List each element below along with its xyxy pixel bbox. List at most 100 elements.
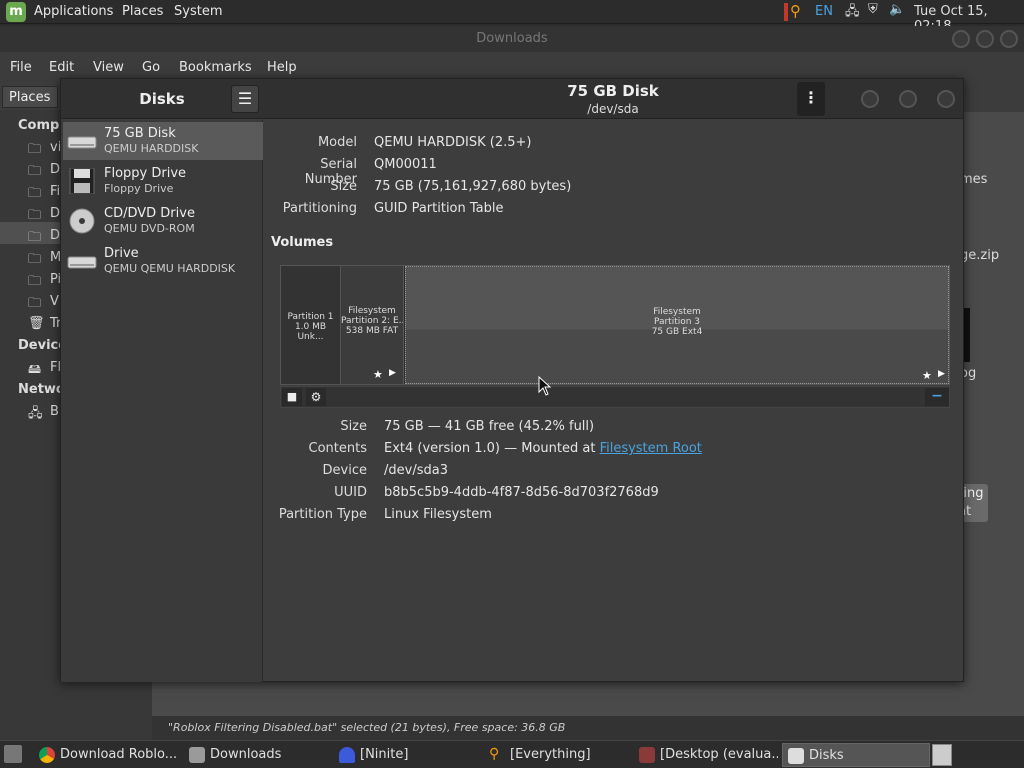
workspace-switcher[interactable] (932, 744, 952, 766)
uuid-label: UUID (334, 485, 367, 500)
minus-icon[interactable]: − (925, 388, 949, 406)
device-cd-dvd-drive[interactable]: CD/DVD Drive QEMU DVD-ROM (63, 202, 263, 240)
folder-icon: 🗀 (28, 186, 42, 201)
tray-separator (784, 3, 788, 21)
partition-toolbar: ■ ⚙ − (280, 386, 950, 408)
star-icon: ★ (373, 368, 383, 381)
fm-close-button[interactable] (1000, 30, 1018, 48)
gears-icon[interactable]: ⚙ (306, 388, 326, 406)
partition-map: Partition 1 1.0 MB Unk... Filesystem Par… (280, 265, 950, 385)
sidebar-item[interactable]: D (50, 206, 60, 221)
folder-icon: 🗀 (28, 274, 42, 289)
mint-logo-icon[interactable]: m (6, 2, 26, 22)
minimize-button[interactable] (861, 90, 879, 108)
close-button[interactable] (937, 90, 955, 108)
task-everything[interactable]: ⚲ [Everything] (484, 743, 630, 767)
device-sub: QEMU HARDDISK (104, 142, 199, 155)
filesystem-root-link[interactable]: Filesystem Root (600, 441, 702, 456)
partition-2[interactable]: Filesystem Partition 2: E... 538 MB FAT … (341, 266, 404, 384)
sidebar-item[interactable]: D (50, 162, 60, 177)
partition-line: 538 MB FAT (345, 326, 399, 336)
volume-size-label: Size (340, 419, 367, 434)
partition-line: Filesystem (348, 306, 396, 316)
task-ninite[interactable]: [Ninite] (334, 743, 480, 767)
menu-go[interactable]: Go (142, 60, 160, 75)
model-label: Model (317, 135, 357, 150)
task-label: [Everything] (510, 747, 591, 762)
search-icon: ⚲ (489, 746, 500, 762)
fm-maximize-button[interactable] (976, 30, 994, 48)
top-panel: m Applications Places System ⚲ EN 🖧 ⛨ 🔈 … (0, 0, 1024, 34)
folder-icon: 🗀 (28, 252, 42, 267)
task-downloads[interactable]: Downloads (184, 743, 330, 767)
maximize-button[interactable] (899, 90, 917, 108)
file-label-fragment[interactable]: mes (960, 172, 987, 187)
clock[interactable]: Tue Oct 15, 02:18 (914, 4, 1024, 34)
folder-icon: 🗀 (28, 164, 42, 179)
device-drive[interactable]: Drive QEMU QEMU HARDDISK (63, 242, 263, 280)
task-chrome[interactable]: Download Roblo... (34, 743, 182, 767)
disk-title: 75 GB Disk (567, 82, 659, 100)
menu-file[interactable]: File (10, 60, 32, 75)
menu-help[interactable]: Help (267, 60, 297, 75)
partition-line: 75 GB Ext4 (651, 327, 703, 337)
sidebar-item[interactable]: V (50, 294, 59, 309)
device-75gb-disk[interactable]: 75 GB Disk QEMU HARDDISK (63, 122, 263, 160)
device-name: Floppy Drive (104, 166, 187, 181)
kebab-menu-icon[interactable]: ⋮ (797, 82, 825, 116)
file-label-fragment[interactable]: ge.zip (960, 248, 999, 263)
device-name: 75 GB Disk (104, 126, 176, 141)
sidebar-item[interactable]: B (50, 404, 59, 419)
trash-icon: 🗑 (28, 316, 45, 331)
network-icon[interactable]: 🖧 (845, 2, 860, 22)
partition-3-selected[interactable]: Filesystem Partition 3 75 GB Ext4 ★ ▶ (405, 266, 949, 384)
task-disks-active[interactable]: Disks (782, 743, 930, 767)
stop-icon[interactable]: ■ (282, 388, 302, 406)
menu-edit[interactable]: Edit (49, 60, 74, 75)
drive-icon: 🖴 (28, 362, 42, 377)
volume-icon[interactable]: 🔈 (889, 2, 905, 22)
device-floppy-drive[interactable]: Floppy Drive Floppy Drive (63, 162, 263, 200)
disks-icon (788, 748, 804, 764)
fm-status-bar: "Roblox Filtering Disabled.bat" selected… (152, 716, 1024, 740)
partition-1[interactable]: Partition 1 1.0 MB Unk... (281, 266, 341, 384)
cd-icon (69, 208, 95, 234)
search-icon[interactable]: ⚲ (790, 2, 801, 22)
chrome-icon (39, 747, 55, 763)
menu-system[interactable]: System (174, 4, 222, 19)
hard-disk-icon (67, 136, 97, 149)
contents-value: Ext4 (version 1.0) — Mounted at Filesyst… (384, 441, 702, 456)
places-dropdown[interactable]: Places (2, 86, 58, 108)
shield-icon[interactable]: ⛨ (868, 2, 878, 22)
fm-minimize-button[interactable] (952, 30, 970, 48)
uuid-value: b8b5c5b9-4ddb-4f87-8d56-8d703f2768d9 (384, 485, 659, 500)
task-label: Downloads (210, 747, 282, 762)
folder-icon: 🗀 (28, 208, 42, 223)
menu-applications[interactable]: Applications (34, 4, 113, 19)
show-desktop-icon[interactable] (4, 745, 22, 763)
taskbar: Download Roblo... Downloads [Ninite] ⚲ [E… (0, 740, 1024, 768)
ninite-icon (339, 747, 355, 763)
partitioning-label: Partitioning (282, 201, 357, 216)
play-icon: ▶ (389, 368, 396, 378)
partition-line: 1.0 MB Unk... (294, 322, 327, 342)
task-label: [Desktop (evalua... (660, 747, 778, 762)
disk-size-value: 75 GB (75,161,927,680 bytes) (374, 179, 572, 194)
partition-line: Partition 2: E... (341, 316, 404, 326)
sidebar-item[interactable]: D (50, 228, 60, 243)
hamburger-menu-icon[interactable]: ☰ (231, 85, 259, 113)
fm-menubar: File Edit View Go Bookmarks Help (0, 56, 1024, 78)
language-indicator[interactable]: EN (815, 4, 833, 24)
partition-line: Filesystem (653, 307, 701, 317)
play-icon: ▶ (938, 369, 945, 379)
partition-line: Partition 1 (287, 312, 334, 322)
task-desktop[interactable]: [Desktop (evalua... (634, 743, 778, 767)
partition-line: Partition 3 (653, 317, 701, 327)
menu-view[interactable]: View (93, 60, 124, 75)
sidebar-item[interactable]: Fi (50, 184, 60, 199)
model-value: QEMU HARDDISK (2.5+) (374, 135, 532, 150)
folder-icon: 🗀 (28, 296, 42, 311)
disks-headerbar: Disks ☰ 75 GB Disk /dev/sda ⋮ (61, 79, 963, 119)
menu-places[interactable]: Places (122, 4, 163, 19)
menu-bookmarks[interactable]: Bookmarks (179, 60, 252, 75)
